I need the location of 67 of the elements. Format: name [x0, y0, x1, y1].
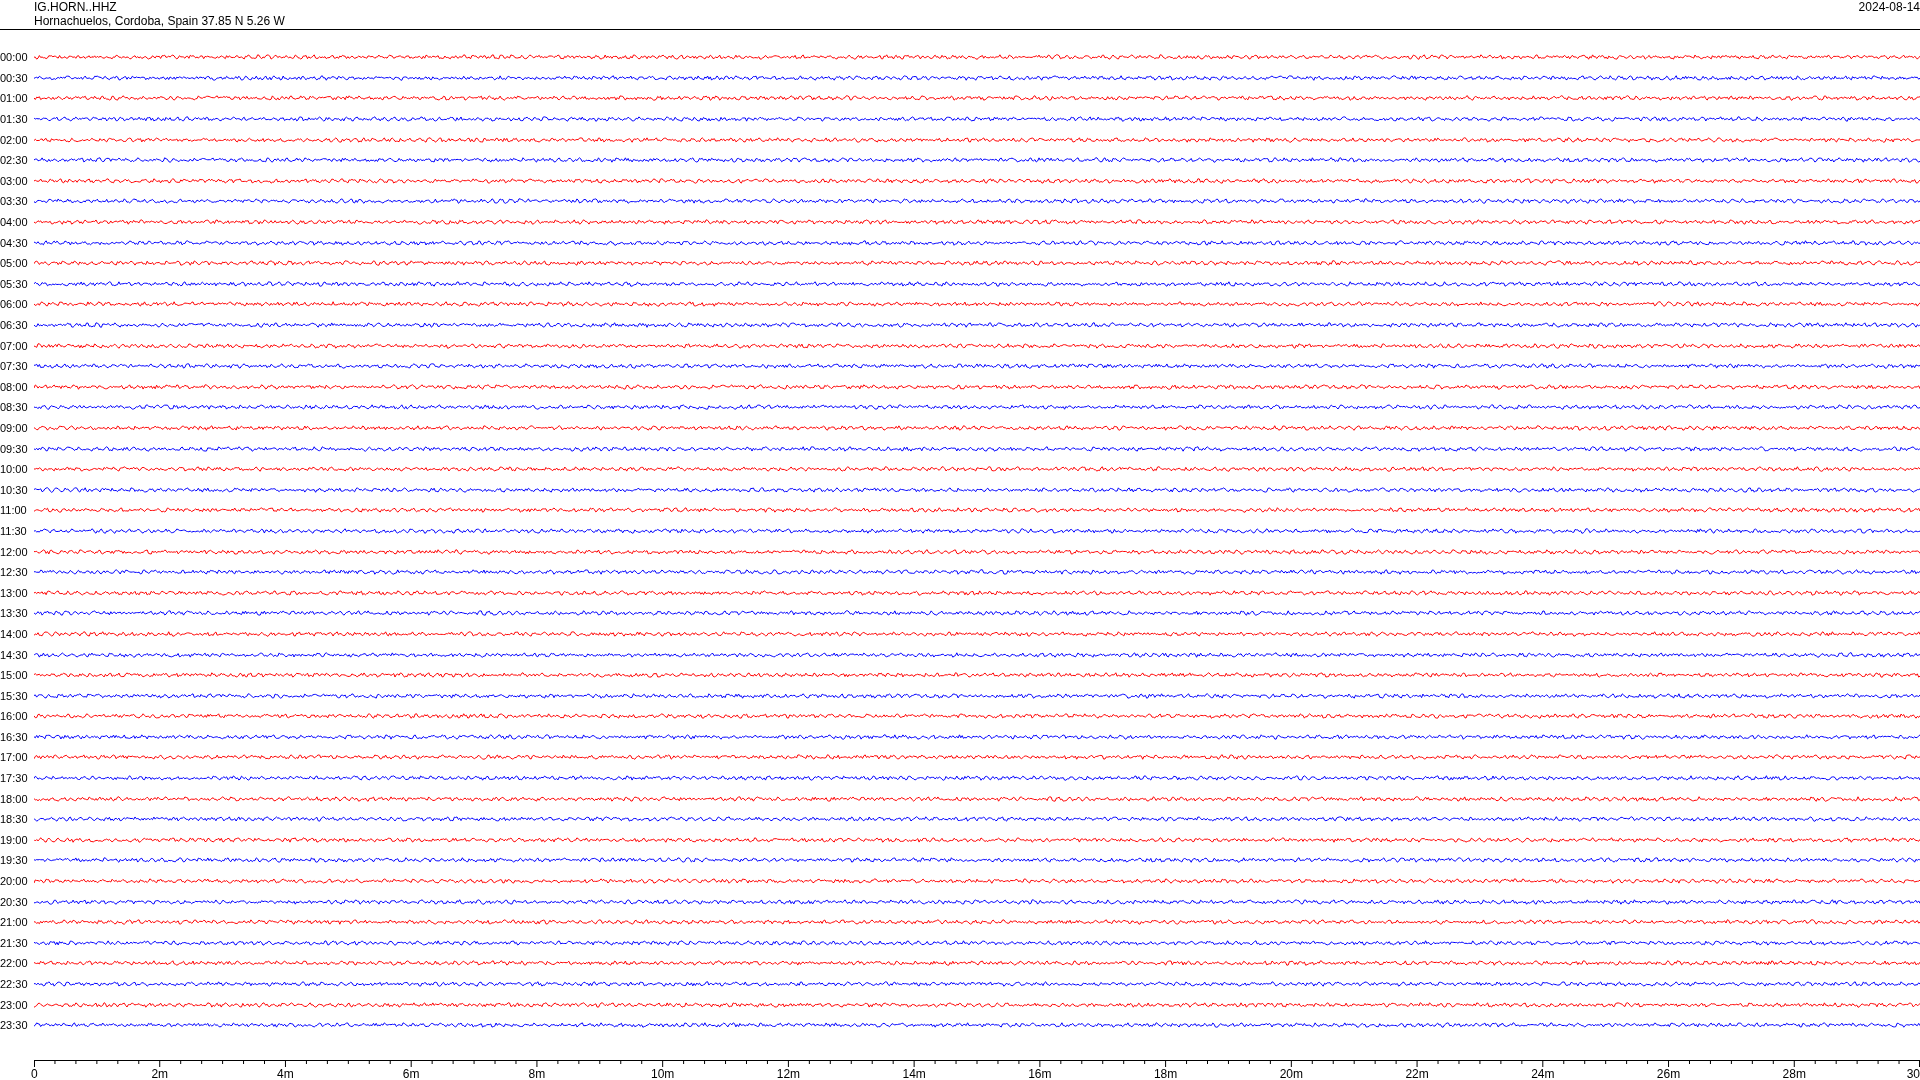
time-label: 20:30: [0, 895, 29, 908]
axis-label: 8m: [528, 1067, 546, 1080]
time-label: 00:00: [0, 51, 29, 64]
time-label: 11:30: [0, 524, 28, 537]
time-label: 13:30: [0, 607, 29, 620]
time-label: 23:30: [0, 1019, 29, 1032]
time-label: 05:00: [0, 257, 29, 270]
time-label: 02:00: [0, 133, 29, 146]
axis-label: 10m: [651, 1067, 675, 1080]
time-label: 19:30: [0, 854, 29, 867]
time-label: 17:00: [0, 751, 29, 764]
axis-label: 2m: [151, 1067, 169, 1080]
time-label: 07:30: [0, 360, 29, 373]
time-label: 14:00: [0, 627, 29, 640]
time-label: 22:00: [0, 957, 29, 970]
time-label: 06:30: [0, 319, 29, 331]
axis-label: 6m: [402, 1067, 420, 1080]
axis-label: 20m: [1279, 1067, 1303, 1080]
time-label: 05:30: [0, 277, 29, 290]
time-label: 00:30: [0, 71, 29, 84]
axis-label: 12m: [776, 1067, 801, 1080]
time-label: 12:00: [0, 545, 29, 558]
time-label: 17:30: [0, 772, 29, 785]
axis-label: 30: [1906, 1067, 1920, 1080]
axis-label: 22m: [1405, 1067, 1429, 1080]
time-label: 04:30: [0, 236, 29, 249]
time-label: 15:30: [0, 689, 29, 702]
time-label: 08:00: [0, 380, 29, 393]
time-label: 13:00: [0, 586, 29, 599]
time-label: 06:00: [0, 298, 29, 311]
axis-label: 0: [31, 1067, 38, 1080]
time-label: 03:30: [0, 195, 29, 208]
time-label: 11:00: [0, 504, 28, 517]
time-label: 16:30: [0, 730, 29, 743]
time-label: 18:30: [0, 813, 29, 826]
axis-label: 24m: [1531, 1067, 1555, 1080]
date-label: 2024-08-14: [1858, 0, 1920, 16]
time-label: 20:00: [0, 875, 29, 888]
time-label: 10:30: [0, 483, 29, 496]
time-label: 09:30: [0, 442, 29, 455]
time-label: 21:00: [0, 916, 29, 929]
axis-label: 26m: [1656, 1067, 1681, 1080]
axis-label: 16m: [1028, 1067, 1052, 1080]
time-label: 12:30: [0, 566, 29, 579]
time-label: 15:00: [0, 669, 29, 682]
time-label: 23:00: [0, 998, 29, 1011]
time-label: 04:00: [0, 216, 29, 229]
time-label: 10:00: [0, 463, 29, 476]
axis-label: 28m: [1782, 1067, 1806, 1080]
time-label: 22:30: [0, 978, 29, 990]
axis-label: 4m: [277, 1067, 294, 1080]
time-label: 02:30: [0, 154, 29, 167]
time-label: 01:00: [0, 92, 29, 105]
time-label: 09:00: [0, 422, 29, 434]
axis-label: 18m: [1153, 1067, 1178, 1080]
time-label: 19:00: [0, 833, 29, 846]
time-label: 21:30: [0, 936, 29, 949]
time-label: 08:30: [0, 401, 29, 414]
time-label: 14:30: [0, 648, 29, 661]
time-label: 01:30: [0, 113, 29, 126]
time-label: 16:00: [0, 710, 29, 723]
time-label: 03:00: [0, 174, 29, 187]
time-label: 07:00: [0, 339, 29, 352]
time-label: 18:00: [0, 792, 29, 805]
station-location: Hornachuelos, Cordoba, Spain 37.85 N 5.26 W: [34, 14, 285, 28]
station-code: IG.HORN..HHZ: [34, 0, 118, 14]
axis-label: 14m: [902, 1067, 926, 1080]
